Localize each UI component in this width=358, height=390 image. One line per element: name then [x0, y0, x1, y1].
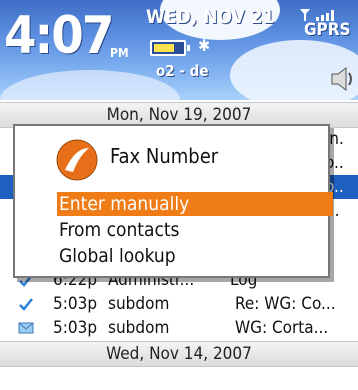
- clock-ampm: PM: [110, 46, 129, 60]
- checkmark-icon: [19, 298, 33, 311]
- fax-number-dialog: Fax Number Enter manually From contacts …: [13, 124, 333, 278]
- message-sender: subdom: [108, 294, 170, 314]
- message-time: 5:03p: [53, 318, 98, 338]
- battery-level: [154, 44, 174, 52]
- network-type: GPRS: [304, 20, 351, 40]
- menu-item-global-lookup[interactable]: Global lookup: [57, 244, 333, 268]
- device-screen: 4:07 PM WED, NOV 21 ✱ GPRS o2 - de Mon, …: [0, 0, 358, 390]
- message-row[interactable]: 5:03p subdom Re: WG: Co...: [0, 292, 358, 316]
- message-row[interactable]: 5:03p subdom WG: Corta...: [0, 316, 358, 340]
- fax-app-icon: [56, 139, 98, 181]
- menu-item-from-contacts[interactable]: From contacts: [57, 218, 333, 242]
- speaker-icon: [331, 67, 352, 91]
- message-subject: Re: WG: Co...: [235, 294, 336, 314]
- message-sender: subdom: [108, 318, 170, 338]
- status-date: WED, NOV 21: [146, 6, 275, 28]
- carrier-name: o2 - de: [156, 62, 209, 80]
- envelope-icon: [18, 322, 34, 334]
- message-time: 5:03p: [53, 294, 98, 314]
- status-header: 4:07 PM WED, NOV 21 ✱ GPRS o2 - de: [0, 0, 358, 100]
- menu-item-enter-manually[interactable]: Enter manually: [57, 192, 333, 216]
- bluetooth-icon: ✱: [198, 36, 211, 55]
- message-subject: WG: Corta...: [235, 318, 329, 338]
- day-header: Wed, Nov 14, 2007: [0, 341, 358, 367]
- cloud-decoration: [0, 70, 180, 100]
- clock-time: 4:07: [4, 6, 114, 66]
- dialog-title: Fax Number: [110, 144, 219, 168]
- battery-icon: [150, 40, 190, 56]
